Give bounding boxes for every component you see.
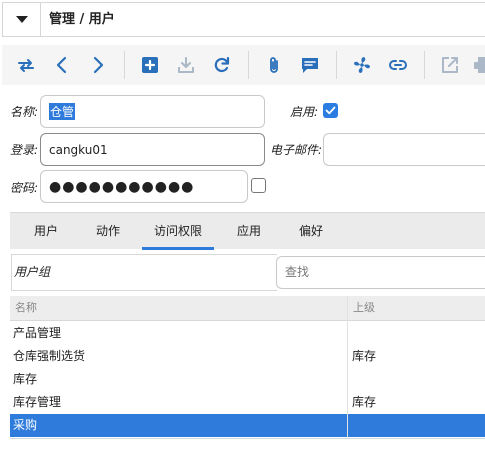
cell-name: 库存管理	[13, 395, 62, 409]
login-value: cangku01	[49, 142, 108, 157]
print-icon	[474, 57, 485, 73]
table-row[interactable]: 仓库强制选货 库存	[10, 345, 485, 368]
table-row[interactable]: 产品管理	[10, 322, 485, 345]
group-search-input[interactable]: 查找	[276, 256, 485, 289]
cell-parent: 库存	[352, 395, 377, 409]
table-bottom-border	[10, 438, 485, 439]
save-button[interactable]	[172, 51, 200, 79]
cell-name: 产品管理	[13, 326, 62, 340]
previous-icon	[56, 56, 67, 74]
table-row[interactable]: 库存	[10, 368, 485, 391]
email-field[interactable]	[323, 133, 485, 166]
new-record-button[interactable]	[136, 51, 164, 79]
toolbar-divider	[424, 51, 425, 79]
cell-name: 库存	[13, 372, 38, 386]
active-label: 启用:	[290, 105, 319, 119]
cell-name: 仓库强制选货	[13, 349, 86, 363]
table-row[interactable]: 库存管理 库存	[10, 391, 485, 414]
save-icon	[178, 57, 194, 73]
attachment-icon	[270, 57, 278, 73]
check-icon	[325, 106, 336, 115]
tab-access-rights[interactable]: 访问权限	[142, 213, 214, 250]
column-header-name[interactable]: 名称	[15, 296, 37, 320]
active-checkbox[interactable]	[323, 103, 338, 118]
next-icon	[93, 56, 104, 74]
user-group-label: 用户组	[11, 254, 277, 291]
switch-view-button[interactable]	[12, 51, 40, 79]
notes-icon	[302, 58, 318, 73]
name-value: 仓管	[49, 103, 76, 120]
tab-menu-dropdown[interactable]	[3, 3, 41, 36]
tab-bar: 用户 动作 访问权限 应用 偏好	[10, 212, 485, 250]
notes-button[interactable]	[296, 51, 324, 79]
caret-down-icon	[15, 16, 28, 23]
user-group-section: 用户组 查找	[10, 254, 485, 291]
password-field[interactable]: ●●●●●●●●●●●	[40, 170, 248, 203]
reload-icon	[214, 56, 230, 73]
page-title: 管理 / 用户	[49, 12, 115, 27]
toolbar-divider	[248, 51, 249, 79]
switch-view-icon	[18, 59, 34, 72]
table-row-selected[interactable]: 采购	[10, 414, 485, 437]
table-header: 名称 上级	[10, 296, 485, 321]
tab-preferences[interactable]: 偏好	[290, 213, 332, 249]
action-icon	[354, 57, 370, 73]
password-label: 密码:	[10, 181, 39, 195]
cell-name: 采购	[13, 418, 38, 432]
next-button[interactable]	[84, 51, 112, 79]
tab-applications[interactable]: 应用	[228, 213, 270, 249]
open-external-icon	[442, 57, 458, 73]
login-label: 登录:	[10, 143, 39, 157]
tab-users[interactable]: 用户	[25, 213, 67, 249]
tab-actions[interactable]: 动作	[87, 213, 129, 249]
relate-icon	[389, 60, 407, 70]
new-record-icon	[142, 57, 158, 73]
toolbar-divider	[124, 51, 125, 79]
previous-button[interactable]	[48, 51, 76, 79]
relate-button[interactable]	[384, 51, 412, 79]
name-label: 名称:	[10, 105, 39, 119]
attachment-button[interactable]	[260, 51, 288, 79]
name-field[interactable]: 仓管	[40, 95, 265, 128]
print-button[interactable]	[468, 51, 485, 79]
action-button[interactable]	[348, 51, 376, 79]
cell-parent: 库存	[352, 349, 377, 363]
login-field[interactable]: cangku01	[40, 133, 265, 166]
title-bar: 管理 / 用户	[2, 2, 485, 37]
column-divider	[347, 296, 348, 437]
toolbar-divider	[336, 51, 337, 79]
column-header-parent[interactable]: 上级	[353, 296, 375, 320]
reload-button[interactable]	[208, 51, 236, 79]
show-password-checkbox[interactable]	[251, 178, 266, 193]
toolbar	[2, 45, 485, 85]
email-label: 电子邮件:	[270, 143, 323, 157]
password-value: ●●●●●●●●●●●	[49, 178, 195, 195]
open-external-button[interactable]	[436, 51, 464, 79]
